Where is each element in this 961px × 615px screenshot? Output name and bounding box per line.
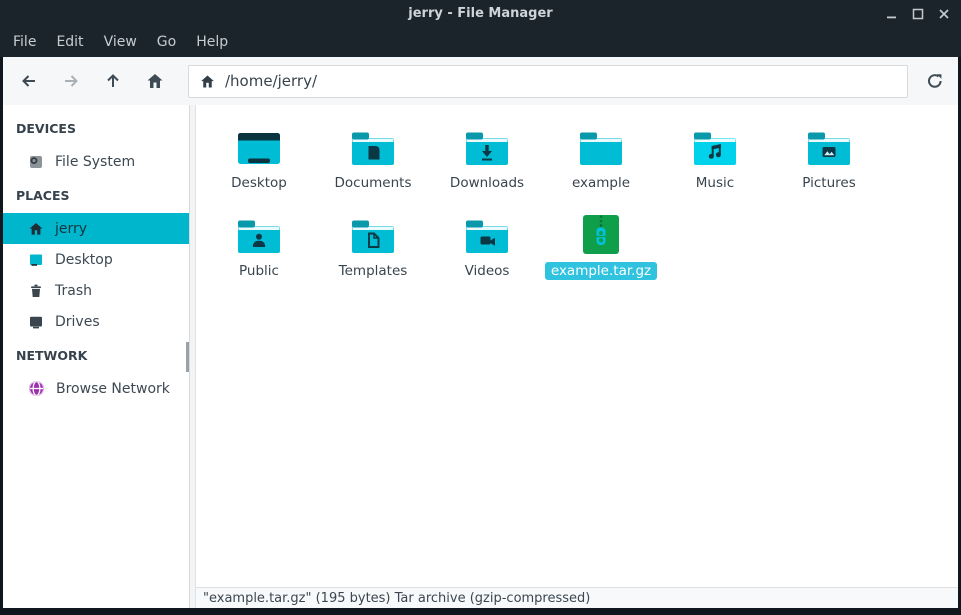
file-label: Downloads bbox=[444, 174, 530, 192]
file-label: Videos bbox=[459, 262, 516, 280]
close-icon bbox=[938, 8, 950, 20]
music-folder-icon bbox=[692, 115, 738, 169]
public-folder-icon bbox=[236, 203, 282, 257]
sidebar-item-desktop[interactable]: Desktop bbox=[3, 244, 189, 275]
refresh-button[interactable] bbox=[920, 66, 950, 96]
desktop-folder-icon bbox=[236, 115, 282, 169]
sidebar-item-file-system[interactable]: File System bbox=[3, 146, 189, 177]
sidebar-item-label: Browse Network bbox=[56, 381, 170, 397]
status-bar: "example.tar.gz" (195 bytes) Tar archive… bbox=[196, 587, 958, 608]
sidebar-header-devices: DEVICES bbox=[3, 110, 189, 146]
sidebar-item-trash[interactable]: Trash bbox=[3, 275, 189, 306]
sidebar-scrollbar-thumb[interactable] bbox=[186, 342, 189, 372]
file-label: example.tar.gz bbox=[545, 262, 657, 280]
main-area: DEVICES File System PLACES jerry bbox=[3, 105, 958, 608]
templates-folder-icon bbox=[350, 203, 396, 257]
minimize-icon bbox=[886, 8, 898, 20]
home-icon bbox=[145, 71, 165, 91]
desktop-icon bbox=[28, 252, 44, 268]
archive-icon bbox=[579, 203, 623, 257]
maximize-icon bbox=[912, 8, 924, 20]
file-item-public[interactable]: Public bbox=[202, 201, 316, 289]
window-frame: /home/jerry/ DEVICES File System bbox=[0, 57, 961, 615]
toolbar: /home/jerry/ bbox=[3, 57, 958, 105]
sidebar-item-label: File System bbox=[55, 154, 135, 170]
maximize-button[interactable] bbox=[909, 5, 926, 22]
file-manager-window: jerry - File Manager File Edit View Go H… bbox=[0, 0, 961, 615]
file-label: Documents bbox=[329, 174, 418, 192]
file-item-example-tar-gz[interactable]: example.tar.gz bbox=[544, 201, 658, 289]
close-button[interactable] bbox=[935, 5, 952, 22]
refresh-icon bbox=[925, 71, 945, 91]
file-label: example bbox=[566, 174, 636, 192]
file-item-music[interactable]: Music bbox=[658, 113, 772, 201]
sidebar-item-jerry[interactable]: jerry bbox=[3, 213, 189, 244]
file-label: Templates bbox=[333, 262, 414, 280]
sidebar-header-places: PLACES bbox=[3, 177, 189, 213]
menu-file[interactable]: File bbox=[3, 30, 46, 54]
titlebar: jerry - File Manager bbox=[0, 0, 961, 27]
forward-button[interactable] bbox=[54, 64, 88, 98]
harddisk-icon bbox=[28, 154, 44, 170]
menu-edit[interactable]: Edit bbox=[46, 30, 93, 54]
drives-icon bbox=[28, 314, 44, 330]
plain-folder-icon bbox=[578, 115, 624, 169]
pictures-folder-icon bbox=[806, 115, 852, 169]
sidebar-item-drives[interactable]: Drives bbox=[3, 306, 189, 337]
file-label: Desktop bbox=[225, 174, 293, 192]
network-globe-icon bbox=[28, 380, 45, 397]
menu-help[interactable]: Help bbox=[186, 30, 238, 54]
file-label: Public bbox=[233, 262, 285, 280]
file-label: Pictures bbox=[796, 174, 861, 192]
path-bar[interactable]: /home/jerry/ bbox=[188, 65, 908, 98]
file-item-pictures[interactable]: Pictures bbox=[772, 113, 886, 201]
sidebar-item-browse-network[interactable]: Browse Network bbox=[3, 373, 189, 404]
window-title: jerry - File Manager bbox=[408, 6, 552, 21]
file-label: Music bbox=[690, 174, 740, 192]
documents-folder-icon bbox=[350, 115, 396, 169]
pane-divider bbox=[189, 105, 196, 608]
path-home-icon bbox=[199, 73, 216, 90]
file-view[interactable]: Desktop bbox=[196, 105, 958, 587]
back-button[interactable] bbox=[12, 64, 46, 98]
file-item-videos[interactable]: Videos bbox=[430, 201, 544, 289]
back-icon bbox=[19, 71, 39, 91]
sidebar-item-label: Drives bbox=[55, 314, 100, 330]
file-item-example[interactable]: example bbox=[544, 113, 658, 201]
content-column: Desktop bbox=[196, 105, 958, 608]
trash-icon bbox=[28, 283, 44, 299]
menubar: File Edit View Go Help bbox=[0, 27, 961, 57]
file-item-downloads[interactable]: Downloads bbox=[430, 113, 544, 201]
sidebar-item-label: jerry bbox=[55, 221, 87, 237]
sidebar-item-label: Trash bbox=[55, 283, 92, 299]
file-item-documents[interactable]: Documents bbox=[316, 113, 430, 201]
status-text: "example.tar.gz" (195 bytes) Tar archive… bbox=[203, 591, 590, 606]
minimize-button[interactable] bbox=[883, 5, 900, 22]
downloads-folder-icon bbox=[464, 115, 510, 169]
forward-icon bbox=[61, 71, 81, 91]
file-item-templates[interactable]: Templates bbox=[316, 201, 430, 289]
sidebar-header-network: NETWORK bbox=[3, 337, 189, 373]
videos-folder-icon bbox=[464, 203, 510, 257]
home-button[interactable] bbox=[138, 64, 172, 98]
sidebar: DEVICES File System PLACES jerry bbox=[3, 105, 189, 608]
file-item-desktop[interactable]: Desktop bbox=[202, 113, 316, 201]
up-button[interactable] bbox=[96, 64, 130, 98]
menu-view[interactable]: View bbox=[94, 30, 147, 54]
path-text: /home/jerry/ bbox=[225, 72, 317, 90]
menu-go[interactable]: Go bbox=[147, 30, 186, 54]
home-icon bbox=[28, 221, 44, 237]
file-grid: Desktop bbox=[202, 113, 958, 289]
sidebar-item-label: Desktop bbox=[55, 252, 113, 268]
up-icon bbox=[103, 71, 123, 91]
window-controls bbox=[883, 0, 952, 27]
